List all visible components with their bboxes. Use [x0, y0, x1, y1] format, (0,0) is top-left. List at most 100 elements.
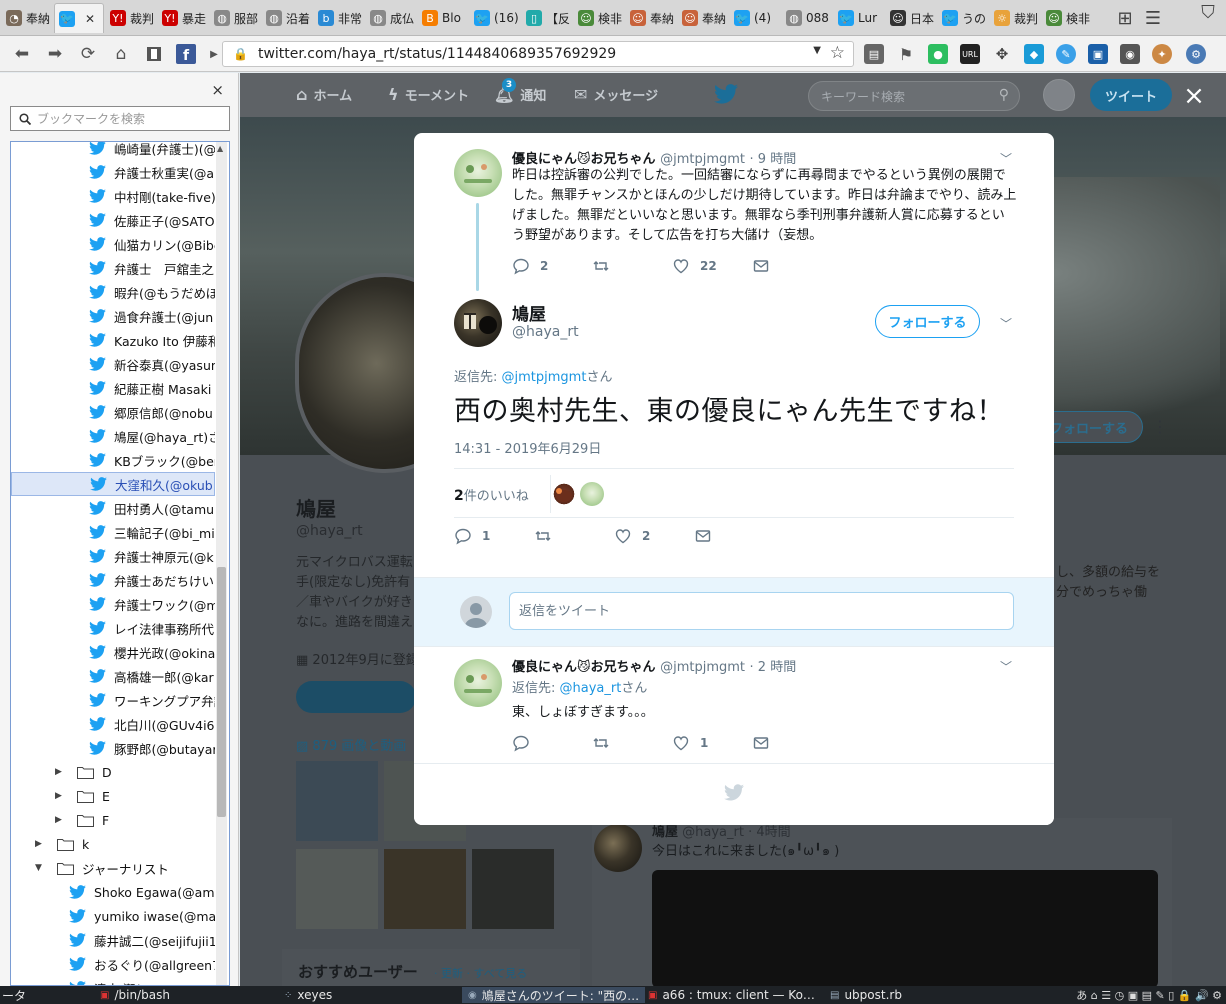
- nav-moments[interactable]: ϟ モーメント: [388, 85, 469, 104]
- reply-action[interactable]: 1: [454, 527, 534, 545]
- dm-action[interactable]: [694, 527, 774, 545]
- like-action[interactable]: 2: [614, 527, 694, 545]
- crosshair-icon[interactable]: ✥: [992, 44, 1012, 64]
- bookmark-item[interactable]: 藤井誠二(@seijifujii19: [11, 928, 215, 952]
- bookmark-search-input[interactable]: [37, 111, 217, 126]
- browser-tab[interactable]: ☺ 日本: [886, 3, 937, 33]
- reply-tweet-time[interactable]: · 2 時間: [750, 660, 797, 675]
- bookmark-item[interactable]: Kazuko Ito 伊藤和: [11, 328, 215, 352]
- bookmark-icon[interactable]: ⚑: [896, 44, 916, 64]
- browser-tab[interactable]: ◔ 奉納: [2, 3, 53, 33]
- tab-list-menu-icon[interactable]: ☰: [1141, 6, 1165, 30]
- retweet-action[interactable]: [592, 734, 672, 752]
- bookmark-item[interactable]: 郷原信郎(@nobu: [11, 400, 215, 424]
- browser-tab[interactable]: ☺ 検非: [1042, 3, 1093, 33]
- nav-messages[interactable]: ✉ メッセージ: [574, 85, 658, 104]
- parent-tweet-avatar[interactable]: [454, 149, 502, 197]
- star-icon[interactable]: ☆: [830, 43, 845, 63]
- facebook-button[interactable]: f: [174, 42, 198, 66]
- likes-summary[interactable]: 2件のいいね: [454, 485, 529, 504]
- media-thumbnail[interactable]: [472, 849, 554, 929]
- browser-tab[interactable]: ☺ 検非: [574, 3, 625, 33]
- sidebar-scrollbar[interactable]: ▲: [216, 142, 227, 985]
- browser-tab[interactable]: 🐦 (16): [470, 3, 521, 33]
- reply-tweet-avatar[interactable]: [454, 659, 502, 707]
- fox-icon[interactable]: ✦: [1152, 44, 1172, 64]
- bookmark-item[interactable]: 清水 潔(@NOSUKE0: [11, 976, 215, 985]
- bookmark-item[interactable]: yumiko iwase(@mak: [11, 904, 215, 928]
- taskbar-item[interactable]: ▣ /bin/bash: [100, 987, 170, 1003]
- sidebar-close-button[interactable]: ×: [211, 81, 224, 99]
- note-icon[interactable]: ▣: [1088, 44, 1108, 64]
- collapsed-arrow-icon[interactable]: ▶: [55, 791, 67, 801]
- collapsed-arrow-icon[interactable]: ▶: [35, 839, 47, 849]
- profile-tweet-button[interactable]: [296, 681, 416, 713]
- browser-tab[interactable]: ◍ 服部: [210, 3, 261, 33]
- main-tweet-timestamp[interactable]: 14:31 - 2019年6月29日: [454, 438, 601, 457]
- bookmark-item[interactable]: 弁護士神原元(@k: [11, 544, 215, 568]
- bookmark-item[interactable]: 大窪和久(@okub: [11, 472, 215, 496]
- reply-action[interactable]: [512, 734, 592, 752]
- url-shortener-icon[interactable]: URL: [960, 44, 980, 64]
- bookmark-folder[interactable]: ▶ F: [11, 808, 215, 832]
- reply-tweet-author[interactable]: 優良にゃん😼お兄ちゃん: [512, 660, 656, 675]
- browser-tab[interactable]: Y! 裁判: [106, 3, 157, 33]
- scroll-up-arrow[interactable]: ▲: [217, 144, 223, 153]
- bookmark-item[interactable]: 鳩屋(@haya_rt)さ: [11, 424, 215, 448]
- bookmark-item[interactable]: 高橋雄一郎(@kar: [11, 664, 215, 688]
- chevron-down-icon[interactable]: ﹀: [1000, 315, 1012, 332]
- reply-to-mention-link[interactable]: @jmtpjmgmt: [502, 370, 587, 385]
- taskbar-item[interactable]: ◉ 鳩屋さんのツイート: "西の…: [462, 987, 646, 1003]
- reload-button[interactable]: ⟳: [76, 42, 100, 66]
- back-button[interactable]: ⬅: [10, 42, 34, 66]
- twitter-search-field[interactable]: キーワード検索 ⚲: [808, 81, 1020, 111]
- like-action[interactable]: 22: [672, 257, 752, 275]
- bookmark-item[interactable]: 佐藤正子(@SATO: [11, 208, 215, 232]
- parent-tweet-author[interactable]: 優良にゃん😼お兄ちゃん: [512, 152, 656, 167]
- bookmarks-menu-button[interactable]: [142, 42, 166, 66]
- liker-avatar[interactable]: [552, 482, 576, 506]
- pen-icon[interactable]: ✎: [1056, 44, 1076, 64]
- browser-tab[interactable]: b 非常: [314, 3, 365, 33]
- taskbar-item[interactable]: ▤ ubpost.rb: [830, 987, 902, 1003]
- bookmark-item[interactable]: 過食弁護士(@jun: [11, 304, 215, 328]
- bookmark-item[interactable]: 弁護士ワック(@ma: [11, 592, 215, 616]
- reader-icon[interactable]: ▤: [864, 44, 884, 64]
- media-thumbnail[interactable]: [296, 849, 378, 929]
- main-tweet-avatar[interactable]: [454, 299, 502, 347]
- parent-tweet-time[interactable]: · 9 時間: [750, 152, 797, 167]
- browser-tab[interactable]: 🐦 ✕: [54, 3, 104, 33]
- dm-action[interactable]: [752, 257, 832, 275]
- evernote-icon[interactable]: ●: [928, 44, 948, 64]
- bookmark-item[interactable]: Shoko Egawa(@amn: [11, 880, 215, 904]
- main-tweet-author[interactable]: 鳩屋: [512, 300, 546, 325]
- taskbar-item[interactable]: ⁘ xeyes: [284, 987, 332, 1003]
- dropbox-icon[interactable]: ◆: [1024, 44, 1044, 64]
- browser-tab[interactable]: ☺ 奉納: [626, 3, 677, 33]
- reply-to-mention-link[interactable]: @haya_rt: [560, 681, 622, 696]
- retweet-action[interactable]: [534, 527, 614, 545]
- url-dropdown-icon[interactable]: ▼: [813, 45, 821, 56]
- bookmark-item[interactable]: 紀藤正樹 Masaki: [11, 376, 215, 400]
- bookmark-search-field[interactable]: [10, 106, 230, 131]
- browser-tab[interactable]: ☺ 奉納: [678, 3, 729, 33]
- browser-tab[interactable]: ◍ 成仏: [366, 3, 417, 33]
- nav-notifications[interactable]: 🔔︎ 3 通知: [494, 78, 546, 104]
- parent-tweet-handle[interactable]: @jmtpjmgmt: [660, 152, 745, 167]
- liker-avatar[interactable]: [580, 482, 604, 506]
- main-tweet-handle[interactable]: @haya_rt: [512, 324, 579, 340]
- bookmark-folder[interactable]: ▼ ジャーナリスト: [11, 856, 215, 880]
- home-button[interactable]: ⌂: [109, 42, 133, 66]
- reply-tweet-handle[interactable]: @jmtpjmgmt: [660, 660, 745, 675]
- browser-tab[interactable]: ◍ 088: [782, 3, 833, 33]
- bookmark-item[interactable]: 櫻井光政(@okina: [11, 640, 215, 664]
- bookmark-item[interactable]: KBブラック(@ben: [11, 448, 215, 472]
- modal-close-button[interactable]: ×: [1179, 81, 1209, 111]
- bookmark-item[interactable]: 嶋崎量(弁護士)(@: [11, 142, 215, 160]
- bookmark-item[interactable]: 弁護士秋重実(@a: [11, 160, 215, 184]
- bookmark-item[interactable]: 豚野郎(@butayar: [11, 736, 215, 760]
- collapsed-arrow-icon[interactable]: ▶: [55, 767, 67, 777]
- bookmark-item[interactable]: 新谷泰真(@yasun: [11, 352, 215, 376]
- camera-icon[interactable]: ◉: [1120, 44, 1140, 64]
- browser-tab[interactable]: 🐦 うの: [938, 3, 989, 33]
